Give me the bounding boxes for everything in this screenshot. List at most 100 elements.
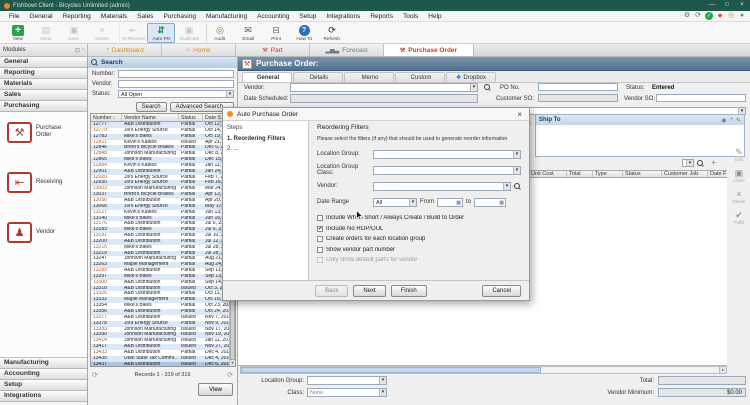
filter-checkbox-row[interactable]: Create orders for each location group <box>317 234 521 245</box>
menu-item[interactable]: Reports <box>365 13 398 20</box>
module-item[interactable]: ⇤ Receiving <box>7 170 87 194</box>
menu-item[interactable]: Integrations <box>321 13 365 20</box>
module-section[interactable]: Purchasing <box>0 101 87 112</box>
tray-icon[interactable]: ✓ <box>705 12 713 20</box>
item-action-button[interactable]: ✔ Fulfill <box>734 210 745 225</box>
po-vendor-combo[interactable] <box>290 83 478 92</box>
items-horizontal-scrollbar[interactable]: ▸ <box>240 366 727 374</box>
filter-checkbox-row[interactable]: Only show default parts for vendor <box>317 255 521 266</box>
view-button[interactable]: View <box>198 383 233 396</box>
date-to-input[interactable] <box>474 197 507 207</box>
refresh-right-icon[interactable]: ⟳ <box>227 371 233 379</box>
menu-item[interactable]: File <box>4 13 24 20</box>
toolbar-button[interactable]: ⊟ Print <box>262 23 290 43</box>
column-type[interactable]: Type <box>592 171 622 177</box>
po-tab[interactable]: ❖ Dropbox <box>446 72 496 82</box>
window-control-button[interactable]: □ <box>721 1 733 10</box>
menu-item[interactable]: Materials <box>96 13 132 20</box>
menu-item[interactable]: Manufacturing <box>201 13 252 20</box>
location-group-combo[interactable] <box>307 376 387 385</box>
edit-address-icon[interactable]: ✎ <box>736 117 741 124</box>
item-action-button[interactable]: ▣ Close <box>733 168 745 183</box>
document-tab[interactable]: ◔ Dashboard <box>88 44 162 56</box>
cancel-button[interactable]: Cancel <box>482 284 521 297</box>
tray-icon[interactable]: ⚙ <box>683 12 691 20</box>
toolbar-button[interactable]: ⟳ Refresh <box>318 23 346 43</box>
toolbar-button[interactable]: ▣ Save <box>60 23 88 43</box>
column-header-status[interactable]: Status <box>179 114 203 121</box>
column-status[interactable]: Status <box>622 171 661 177</box>
filter-checkbox-row[interactable]: Include When Short / Always Create / Bui… <box>317 213 521 224</box>
menu-item[interactable]: Reporting <box>58 13 96 20</box>
hscroll-right-arrow[interactable]: ▸ <box>719 367 726 373</box>
module-section[interactable]: Manufacturing <box>0 358 87 369</box>
toolbar-button[interactable]: ▤ Issue <box>32 23 60 43</box>
column-date-f[interactable]: Date F <box>707 171 727 177</box>
vendor-search-icon[interactable] <box>484 84 491 91</box>
class-combo[interactable]: None <box>307 388 387 397</box>
module-section[interactable]: Sales <box>0 90 87 101</box>
wizard-step[interactable]: 2. ... <box>227 146 304 152</box>
menu-item[interactable]: Tools <box>398 13 423 20</box>
filter-checkbox-row[interactable]: Include No ROP/OUL <box>317 224 521 235</box>
document-tab[interactable]: ⚒ Purchase Order <box>384 44 474 56</box>
tray-icon[interactable]: ⟳ <box>694 12 702 20</box>
filter-checkbox-row[interactable]: Show vendor part number <box>317 245 521 256</box>
po-tab[interactable]: Custom <box>395 72 445 82</box>
document-tab[interactable]: ⚒ Part <box>236 44 310 56</box>
column-unit-cost[interactable]: Unit Cost <box>528 171 566 177</box>
search-button[interactable]: Search <box>135 102 167 112</box>
wizard-nav-button[interactable]: Finish <box>390 284 427 297</box>
wizard-nav-button[interactable]: Back <box>315 284 349 297</box>
item-action-button[interactable]: × Delete <box>732 189 745 204</box>
toolbar-button[interactable]: ? How To <box>290 23 318 43</box>
item-lookup-combo[interactable] <box>682 159 694 167</box>
scroll-down-arrow[interactable]: ▾ <box>230 360 235 366</box>
po-tab[interactable]: Details <box>293 72 343 82</box>
float-panel-icon[interactable]: ⊡ <box>75 47 80 54</box>
module-section[interactable]: General <box>0 57 87 68</box>
module-section[interactable]: Materials <box>0 79 87 90</box>
location-group-class-select[interactable] <box>373 165 521 175</box>
vendor-input[interactable] <box>118 79 234 88</box>
menu-item[interactable]: Help <box>423 13 446 20</box>
toolbar-button[interactable]: ▣ Duplicate <box>175 23 203 43</box>
module-section[interactable]: Integrations <box>0 391 87 402</box>
pin-panel-icon[interactable]: ▫ <box>82 47 84 53</box>
vendor-filter-select[interactable] <box>373 181 511 191</box>
checkbox[interactable] <box>317 215 323 222</box>
item-action-button[interactable]: ✎ Edit <box>735 147 743 162</box>
checkbox[interactable] <box>317 236 323 243</box>
checkbox[interactable] <box>317 225 323 232</box>
tray-icon[interactable]: ● <box>738 12 746 20</box>
date-from-input[interactable] <box>437 197 463 207</box>
module-item[interactable]: ⚒ Purchase Order <box>7 120 87 144</box>
date-scheduled-input[interactable] <box>290 94 478 103</box>
add-item-icon[interactable]: + <box>711 158 716 167</box>
location-group-filter-select[interactable] <box>373 149 521 159</box>
module-item[interactable]: ♟ Vendor <box>7 220 87 244</box>
column-header-number[interactable]: Number 1 <box>91 114 122 121</box>
module-section[interactable]: Reporting <box>0 68 87 79</box>
document-tab[interactable]: ▂▅▃ Forecast <box>310 44 384 56</box>
vendor-filter-search-icon[interactable] <box>514 182 521 190</box>
tray-icon[interactable]: ◎ <box>727 12 735 20</box>
column-total[interactable]: Total <box>566 171 592 177</box>
toolbar-button[interactable]: ◎ Audit <box>206 23 234 43</box>
number-input[interactable] <box>118 69 234 78</box>
add-address-icon[interactable]: + <box>729 117 733 123</box>
wizard-step[interactable]: 1. Reordering Filters <box>227 136 304 142</box>
menu-item[interactable]: General <box>24 13 57 20</box>
po-number-input[interactable] <box>538 83 618 91</box>
po-tab[interactable]: Memo <box>344 72 394 82</box>
customer-so-input[interactable] <box>538 94 618 102</box>
refresh-left-icon[interactable]: ⟳ <box>92 371 98 379</box>
toolbar-button[interactable]: ✉ Email <box>234 23 262 43</box>
module-section[interactable]: Setup <box>0 380 87 391</box>
menu-item[interactable]: Sales <box>132 13 158 20</box>
window-control-button[interactable]: × <box>736 1 748 10</box>
column-header-vendor[interactable]: Vendor Name <box>122 114 179 121</box>
table-row[interactable]: 13437 A&B Distribution Issued Dec 6, 201… <box>91 361 229 366</box>
document-tab[interactable]: ⌂ Home <box>162 44 236 56</box>
date-range-select[interactable]: All <box>373 197 417 207</box>
